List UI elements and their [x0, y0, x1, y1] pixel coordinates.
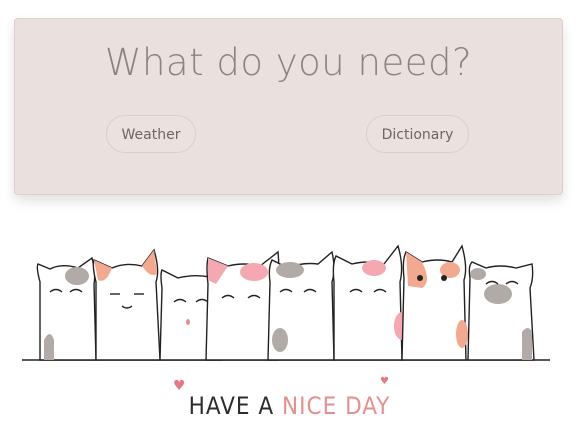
weather-button[interactable]: Weather [106, 115, 196, 153]
dictionary-button[interactable]: Dictionary [366, 115, 469, 153]
cat-icon [401, 244, 468, 361]
page-title: What do you need? [104, 41, 473, 84]
heart-icon: ♥ [380, 376, 389, 387]
tagline: HAVE A NICE DAY [0, 392, 579, 420]
cat-icon [467, 261, 535, 361]
cat-icon [36, 256, 97, 361]
cat-icon [332, 244, 410, 361]
cat-icon [267, 250, 335, 361]
tagline-part2: NICE DAY [281, 392, 391, 420]
tagline-part1: HAVE A [188, 392, 275, 420]
cat-icon [92, 248, 161, 361]
query-card: What do you need? Weather Dictionary [14, 18, 563, 195]
